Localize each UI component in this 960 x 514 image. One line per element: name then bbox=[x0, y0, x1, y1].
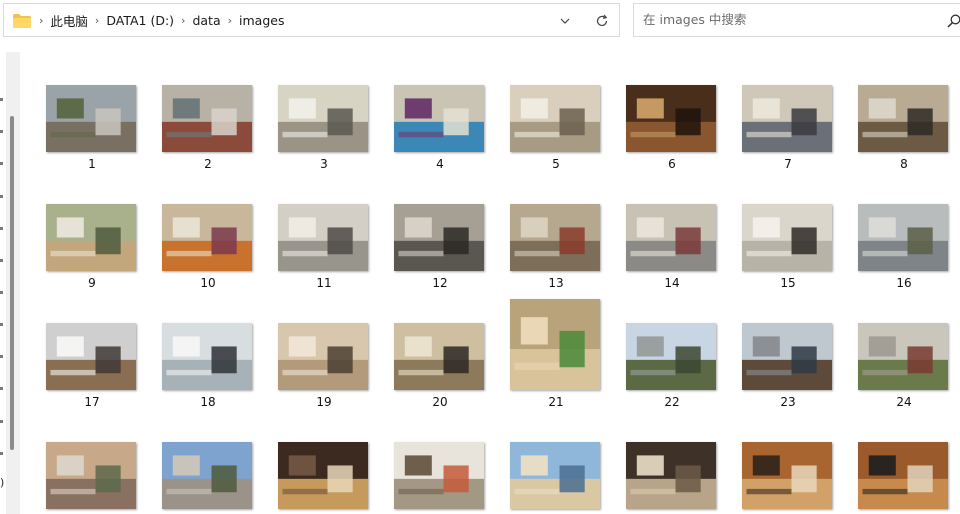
nav-partial-label: ) bbox=[0, 476, 5, 489]
image-thumbnail[interactable] bbox=[858, 85, 948, 152]
image-thumbnail[interactable] bbox=[162, 85, 252, 152]
image-thumbnail[interactable] bbox=[626, 85, 716, 152]
image-thumbnail[interactable] bbox=[394, 204, 484, 271]
file-name-label[interactable]: 21 bbox=[510, 395, 602, 409]
image-thumbnail[interactable] bbox=[278, 204, 368, 271]
file-name-label[interactable]: 18 bbox=[162, 395, 254, 409]
image-thumbnail[interactable] bbox=[858, 204, 948, 271]
file-name-label[interactable]: 14 bbox=[626, 276, 718, 290]
nav-tree-expander[interactable] bbox=[0, 420, 3, 423]
file-name-label[interactable]: 4 bbox=[394, 157, 486, 171]
address-bar[interactable]: › 此电脑 › DATA1 (D:) › data › images bbox=[3, 3, 620, 37]
file-name-label[interactable]: 10 bbox=[162, 276, 254, 290]
image-thumbnail[interactable] bbox=[46, 442, 136, 509]
nav-tree-expander[interactable] bbox=[0, 291, 3, 294]
file-name-label[interactable]: 2 bbox=[162, 157, 254, 171]
image-thumbnail[interactable] bbox=[626, 323, 716, 390]
nav-tree-expander[interactable] bbox=[0, 98, 3, 101]
nav-scrollbar-thumb[interactable] bbox=[10, 116, 14, 450]
file-name-label[interactable]: 24 bbox=[858, 395, 950, 409]
chevron-down-icon[interactable] bbox=[557, 13, 573, 29]
image-thumbnail[interactable] bbox=[858, 442, 948, 509]
image-thumbnail[interactable] bbox=[510, 85, 600, 152]
file-name-label[interactable]: 15 bbox=[742, 276, 834, 290]
image-thumbnail[interactable] bbox=[742, 85, 832, 152]
nav-tree-expander[interactable] bbox=[0, 355, 3, 358]
breadcrumb-item-this-pc[interactable]: 此电脑 bbox=[50, 11, 88, 30]
file-name-label[interactable]: 6 bbox=[626, 157, 718, 171]
image-thumbnail[interactable] bbox=[278, 442, 368, 509]
image-thumbnail[interactable] bbox=[742, 323, 832, 390]
nav-tree-expander[interactable] bbox=[0, 227, 3, 230]
image-thumbnail[interactable] bbox=[626, 204, 716, 271]
folder-icon bbox=[13, 14, 31, 28]
breadcrumb-item-data1[interactable]: DATA1 (D:) bbox=[106, 13, 174, 28]
file-name-label[interactable]: 16 bbox=[858, 276, 950, 290]
file-name-label[interactable]: 7 bbox=[742, 157, 834, 171]
image-thumbnail[interactable] bbox=[46, 323, 136, 390]
image-thumbnail[interactable] bbox=[162, 323, 252, 390]
image-thumbnail[interactable] bbox=[46, 204, 136, 271]
file-name-label[interactable]: 22 bbox=[626, 395, 718, 409]
nav-tree-expander[interactable] bbox=[0, 195, 3, 198]
breadcrumb-item-images[interactable]: images bbox=[239, 13, 284, 28]
nav-tree-expander[interactable] bbox=[0, 130, 3, 133]
file-name-label[interactable]: 23 bbox=[742, 395, 834, 409]
file-name-label[interactable]: 9 bbox=[46, 276, 138, 290]
file-name-label[interactable]: 19 bbox=[278, 395, 370, 409]
search-icon[interactable] bbox=[946, 13, 960, 29]
nav-tree-expander[interactable] bbox=[0, 259, 3, 262]
nav-tree-expander[interactable] bbox=[0, 323, 3, 326]
file-name-label[interactable]: 5 bbox=[510, 157, 602, 171]
image-thumbnail[interactable] bbox=[46, 85, 136, 152]
file-name-label[interactable]: 11 bbox=[278, 276, 370, 290]
file-name-label[interactable]: 13 bbox=[510, 276, 602, 290]
image-thumbnail[interactable] bbox=[394, 323, 484, 390]
file-name-label[interactable]: 8 bbox=[858, 157, 950, 171]
search-box[interactable]: 在 images 中搜索 bbox=[633, 3, 960, 37]
image-thumbnail[interactable] bbox=[510, 204, 600, 271]
image-thumbnail[interactable] bbox=[162, 442, 252, 509]
image-thumbnail[interactable] bbox=[278, 323, 368, 390]
file-name-label[interactable]: 12 bbox=[394, 276, 486, 290]
file-name-label[interactable]: 3 bbox=[278, 157, 370, 171]
file-name-label[interactable]: 1 bbox=[46, 157, 138, 171]
breadcrumb-item-data[interactable]: data bbox=[192, 13, 220, 28]
nav-tree-expander[interactable] bbox=[0, 162, 3, 165]
nav-tree-expander[interactable] bbox=[0, 387, 3, 390]
nav-tree-expander[interactable] bbox=[0, 452, 3, 455]
chevron-right-icon[interactable]: › bbox=[39, 14, 43, 27]
chevron-right-icon[interactable]: › bbox=[181, 14, 185, 27]
image-thumbnail[interactable] bbox=[394, 442, 484, 509]
chevron-right-icon[interactable]: › bbox=[95, 14, 99, 27]
file-name-label[interactable]: 17 bbox=[46, 395, 138, 409]
image-thumbnail[interactable] bbox=[278, 85, 368, 152]
search-input[interactable]: 在 images 中搜索 bbox=[643, 4, 746, 36]
image-thumbnail[interactable] bbox=[510, 442, 600, 509]
image-thumbnail[interactable] bbox=[626, 442, 716, 509]
image-thumbnail[interactable] bbox=[858, 323, 948, 390]
image-thumbnail[interactable] bbox=[510, 299, 600, 390]
image-thumbnail[interactable] bbox=[742, 442, 832, 509]
image-thumbnail[interactable] bbox=[162, 204, 252, 271]
file-name-label[interactable]: 20 bbox=[394, 395, 486, 409]
image-thumbnail[interactable] bbox=[394, 85, 484, 152]
refresh-icon[interactable] bbox=[594, 13, 610, 29]
image-thumbnail[interactable] bbox=[742, 204, 832, 271]
chevron-right-icon[interactable]: › bbox=[228, 14, 232, 27]
breadcrumb: › 此电脑 › DATA1 (D:) › data › images bbox=[32, 4, 284, 36]
